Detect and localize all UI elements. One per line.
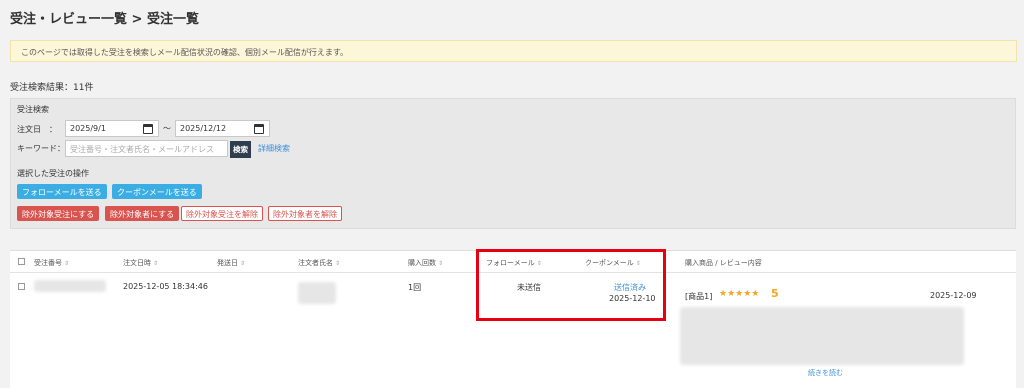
actions-heading: 選択した受注の操作 [17,169,89,178]
sort-icon: ⇕ [240,260,246,267]
product-tag: [商品1] [685,292,713,301]
order-datetime: 2025-12-05 18:34:46 [123,282,208,291]
column-header[interactable]: 注文者氏名 ⇕ [298,258,340,268]
unexclude-customer-button[interactable]: 除外対象者を解除 [268,206,342,221]
search-heading: 受注検索 [17,105,49,114]
column-header[interactable]: 購入回数 ⇕ [408,258,443,268]
calendar-icon[interactable] [254,124,264,134]
date-from-input[interactable]: 2025/9/1 [65,120,159,137]
rating-score: 5 [771,287,779,300]
order-number-redacted [34,280,106,292]
search-button[interactable]: 検索 [230,141,251,158]
sort-icon: ⇕ [438,260,444,267]
purchase-count: 1回 [408,283,422,292]
date-to-input[interactable]: 2025/12/12 [175,120,270,137]
exclude-customer-button[interactable]: 除外対象者にする [105,206,180,221]
calendar-icon[interactable] [143,124,153,134]
advanced-search-link[interactable]: 詳細検索 [258,143,290,154]
review-date: 2025-12-09 [930,291,977,300]
page-title: 受注・レビュー一覧 > 受注一覧 [10,12,199,27]
date-to-value: 2025/12/12 [180,124,227,133]
highlight-box [476,249,666,321]
date-from-value: 2025/9/1 [70,124,106,133]
send-follow-mail-button[interactable]: フォローメールを送る [17,184,107,199]
order-date-label: 注文日 ： [17,125,57,134]
read-more-link[interactable]: 続きを読む [808,368,843,378]
sort-icon: ⇕ [153,260,159,267]
exclude-order-button[interactable]: 除外対象受注にする [17,206,100,221]
column-header: 購入商品 / レビュー内容 [685,259,762,267]
star-rating: ★★★★★ [719,289,760,299]
result-count: 受注検索結果：11件 [10,83,94,93]
date-range-separator: 〜 [163,124,171,133]
unexclude-order-button[interactable]: 除外対象受注を解除 [181,206,263,221]
sort-icon: ⇕ [64,260,70,267]
info-notice: このページでは取得した受注を検索しメール配信状況の確認、個別メール配信が行えます… [10,40,1017,62]
keyword-label: キーワード： [17,144,65,153]
customer-name-redacted [298,282,336,304]
column-header[interactable]: 注文日時 ⇕ [123,258,158,268]
row-checkbox[interactable] [18,283,25,290]
keyword-input[interactable]: 受注番号・注文者氏名・メールアドレス [65,140,228,157]
send-coupon-mail-button[interactable]: クーポンメールを送る [112,184,202,199]
column-header[interactable]: 発送日 ⇕ [217,258,245,268]
select-all-checkbox[interactable] [18,258,25,265]
sort-icon: ⇕ [335,260,341,267]
review-text-redacted [680,307,964,365]
column-header[interactable]: 受注番号 ⇕ [34,258,69,268]
